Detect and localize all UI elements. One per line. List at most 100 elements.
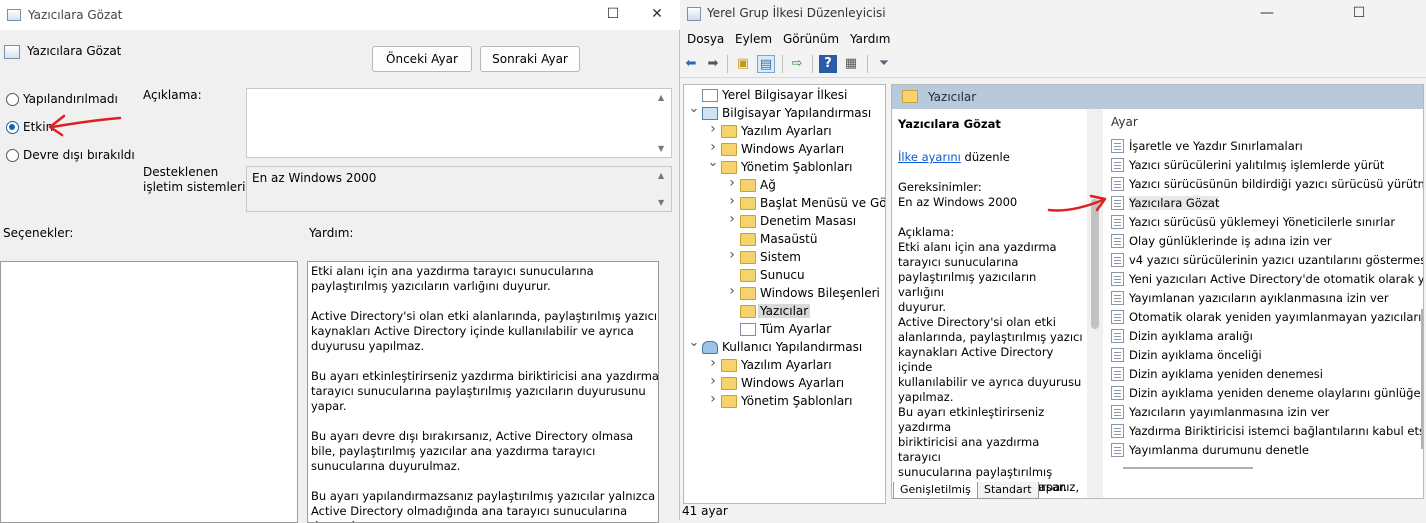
show-hide-tree-icon[interactable]: ▤ xyxy=(757,55,775,73)
tree-node-label[interactable]: Yazıcılar xyxy=(758,304,811,318)
tab-extended[interactable]: Genişletilmiş xyxy=(893,482,978,499)
setting-name[interactable]: Dizin ayıklama yeniden denemesi xyxy=(1129,367,1323,381)
tree-node-label[interactable]: Ağ xyxy=(760,178,776,192)
chevron-down-icon[interactable]: ⌄ xyxy=(688,101,700,116)
tree-node-label[interactable]: Yönetim Şablonları xyxy=(741,160,852,174)
tree-node-label[interactable]: Windows Ayarları xyxy=(741,142,844,156)
scrollbar-thumb[interactable] xyxy=(1091,199,1099,329)
tree-node-label[interactable]: Windows Bileşenleri xyxy=(760,286,880,300)
tree-node-label[interactable]: Yerel Bilgisayar İlkesi xyxy=(722,88,847,102)
setting-name[interactable]: Yazıcıların yayımlanmasına izin ver xyxy=(1129,405,1329,419)
tree-node-label[interactable]: Kullanıcı Yapılandırması xyxy=(722,340,862,354)
policy-setting-icon xyxy=(1111,443,1124,457)
supported-scrollbar[interactable]: ▲ ▼ xyxy=(654,167,671,211)
tree-node-label[interactable]: Masaüstü xyxy=(760,232,817,246)
scroll-down-icon[interactable]: ▼ xyxy=(658,198,664,207)
tree-node-label[interactable]: Sunucu xyxy=(760,268,805,282)
chevron-right-icon[interactable]: › xyxy=(726,283,738,299)
comment-scrollbar[interactable]: ▲ ▼ xyxy=(654,89,671,157)
edit-link-suffix: düzenle xyxy=(960,150,1010,164)
chevron-right-icon[interactable]: › xyxy=(726,247,738,263)
back-arrow-icon[interactable]: ⬅ xyxy=(682,55,700,73)
comment-label: Açıklama: xyxy=(143,88,202,102)
setting-name[interactable]: Dizin ayıklama aralığı xyxy=(1129,329,1253,343)
edit-policy-link[interactable]: İlke ayarını xyxy=(898,150,961,164)
chevron-right-icon[interactable]: › xyxy=(707,121,719,137)
properties-icon[interactable]: ▦ xyxy=(842,55,860,73)
chevron-right-icon[interactable]: › xyxy=(726,193,738,209)
menu-help[interactable]: Yardım xyxy=(850,32,890,46)
radio-circle[interactable] xyxy=(6,93,19,106)
close-button[interactable]: ✕ xyxy=(634,1,680,29)
group-policy-editor-window: Yerel Grup İlkesi Düzenleyicisi — ☐ Dosy… xyxy=(678,0,1426,520)
policy-setting-icon xyxy=(1111,253,1124,267)
settings-column-header[interactable]: Ayar xyxy=(1111,115,1138,129)
comment-textarea[interactable]: ▲ ▼ xyxy=(246,88,672,158)
chevron-right-icon[interactable]: › xyxy=(707,139,719,155)
scroll-up-icon[interactable]: ▲ xyxy=(658,171,664,180)
folder-icon xyxy=(721,161,737,174)
tree-node-label[interactable]: Tüm Ayarlar xyxy=(760,322,831,336)
menu-action[interactable]: Eylem xyxy=(735,32,772,46)
policy-setting-icon xyxy=(1111,329,1124,343)
menu-file[interactable]: Dosya xyxy=(687,32,724,46)
radio-label[interactable]: Yapılandırılmadı xyxy=(23,92,118,106)
setting-name[interactable]: Dizin ayıklama önceliği xyxy=(1129,348,1262,362)
setting-name[interactable]: Yazıcı sürücülerini yalıtılmış işlemlerd… xyxy=(1129,158,1384,172)
radio-label[interactable]: Devre dışı bırakıldı xyxy=(23,148,135,162)
export-list-icon[interactable]: ⇨ xyxy=(788,55,806,73)
horizontal-scrollbar-thumb[interactable] xyxy=(1123,467,1253,469)
minimize-button[interactable]: — xyxy=(1244,0,1290,28)
description-scrollbar[interactable] xyxy=(1087,109,1103,498)
chevron-right-icon[interactable]: › xyxy=(726,211,738,227)
tree-node-label[interactable]: Yazılım Ayarları xyxy=(741,124,832,138)
tree-node-label[interactable]: Yazılım Ayarları xyxy=(741,358,832,372)
vertical-scrollbar-thumb[interactable] xyxy=(1421,309,1423,449)
forward-arrow-icon[interactable]: ➡ xyxy=(704,55,722,73)
radio-circle[interactable] xyxy=(6,121,19,134)
tree-node-label[interactable]: Yönetim Şablonları xyxy=(741,394,852,408)
setting-name[interactable]: Otomatik olarak yeniden yayımlanmayan ya… xyxy=(1129,310,1423,324)
chevron-right-icon[interactable]: › xyxy=(707,355,719,371)
chevron-right-icon[interactable]: › xyxy=(726,175,738,191)
scroll-down-icon[interactable]: ▼ xyxy=(658,144,664,153)
setting-name[interactable]: İşaretle ve Yazdır Sınırlamaları xyxy=(1129,139,1303,153)
tree-node-label[interactable]: Başlat Menüsü ve Görev xyxy=(760,196,885,210)
chevron-right-icon[interactable]: › xyxy=(707,391,719,407)
chevron-down-icon[interactable]: ⌄ xyxy=(688,335,700,350)
options-panel xyxy=(0,261,298,523)
up-folder-icon[interactable]: ▣ xyxy=(734,55,752,73)
setting-name[interactable]: Yazıcılara Gözat xyxy=(1129,196,1220,210)
policy-setting-icon xyxy=(1111,158,1124,172)
menu-view[interactable]: Görünüm xyxy=(783,32,839,46)
tree-node-label[interactable]: Sistem xyxy=(760,250,801,264)
setting-name[interactable]: Olay günlüklerinde iş adına izin ver xyxy=(1129,234,1332,248)
tree-node-label[interactable]: Denetim Masası xyxy=(760,214,856,228)
next-setting-button[interactable]: Sonraki Ayar xyxy=(480,46,580,72)
maximize-button[interactable]: ☐ xyxy=(590,1,636,29)
setting-name[interactable]: Dizin ayıklama yeniden deneme olaylarını… xyxy=(1129,386,1423,400)
tree-node-label[interactable]: Windows Ayarları xyxy=(741,376,844,390)
pane-header: Yazıcılar xyxy=(892,85,1423,109)
setting-name[interactable]: Yazıcı sürücüsü yüklemeyi Yöneticilerle … xyxy=(1129,215,1395,229)
chevron-down-icon[interactable]: ⌄ xyxy=(707,155,719,170)
maximize-button[interactable]: ☐ xyxy=(1336,0,1382,28)
previous-setting-button[interactable]: Önceki Ayar xyxy=(372,46,472,72)
filter-icon[interactable]: ⏷ xyxy=(875,55,893,73)
tab-standard[interactable]: Standart xyxy=(977,482,1039,499)
setting-name[interactable]: Yazdırma Biriktiricisi istemci bağlantıl… xyxy=(1129,424,1423,438)
help-icon[interactable]: ? xyxy=(819,55,837,73)
setting-name[interactable]: Yayımlanan yazıcıların ayıklanmasına izi… xyxy=(1129,291,1389,305)
radio-label[interactable]: Etkin xyxy=(23,120,53,134)
folder-icon xyxy=(740,233,756,246)
toolbar-separator xyxy=(867,55,868,73)
scroll-up-icon[interactable]: ▲ xyxy=(658,93,664,102)
tree-node-label[interactable]: Bilgisayar Yapılandırması xyxy=(722,106,871,120)
setting-name[interactable]: v4 yazıcı sürücülerinin yazıcı uzantılar… xyxy=(1129,253,1423,267)
setting-name[interactable]: Yazıcı sürücüsünün bildirdiği yazıcı sür… xyxy=(1129,177,1423,191)
setting-name[interactable]: Yayımlanma durumunu denetle xyxy=(1129,443,1309,457)
radio-circle[interactable] xyxy=(6,149,19,162)
desc-line: Active Directory'si olan etki xyxy=(898,315,1056,329)
chevron-right-icon[interactable]: › xyxy=(707,373,719,389)
setting-name[interactable]: Yeni yazıcıları Active Directory'de otom… xyxy=(1129,272,1423,286)
